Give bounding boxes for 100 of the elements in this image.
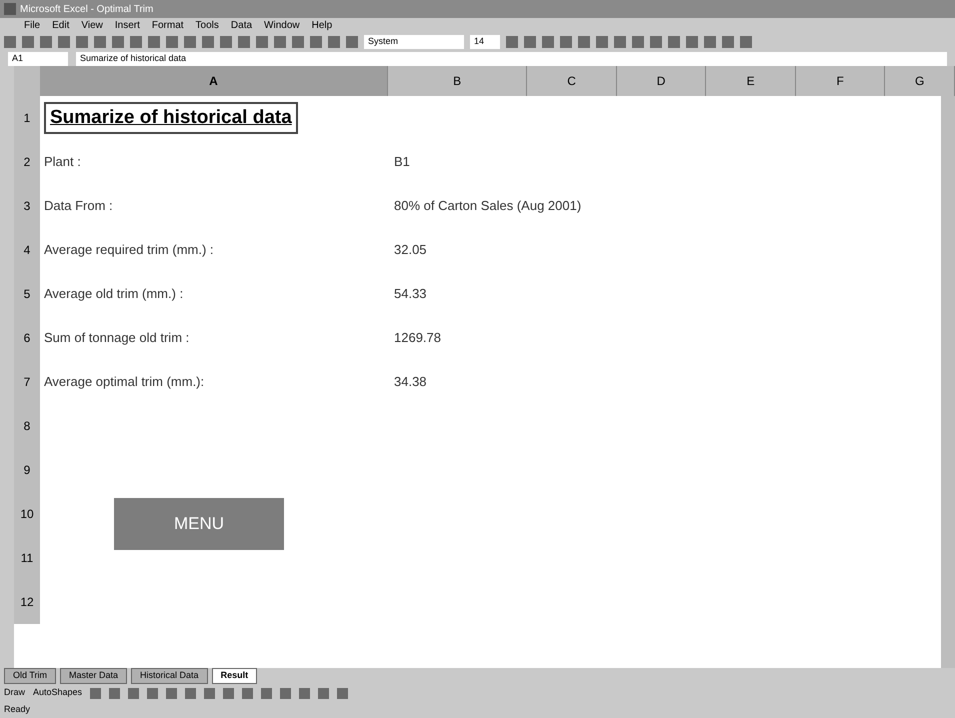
drawing-tool-icon[interactable] [90, 688, 102, 698]
field-label: Sum of tonnage old trim : [44, 329, 190, 348]
menu-button[interactable]: MENU [114, 498, 284, 550]
row-header[interactable]: 12 [14, 580, 40, 624]
sheet-title: Sumarize of historical data [44, 102, 298, 134]
row-header[interactable]: 4 [14, 228, 40, 272]
drawing-tool-icon[interactable] [337, 688, 348, 698]
draw-menu[interactable]: Draw [4, 686, 26, 700]
toolbar-icon[interactable] [560, 36, 572, 48]
toolbar-icon[interactable] [202, 36, 214, 48]
column-header[interactable]: B [388, 66, 528, 96]
drawing-tool-icon[interactable] [166, 688, 178, 698]
menu-item[interactable]: Insert [114, 18, 140, 32]
toolbar-icon[interactable] [722, 36, 734, 48]
row-header[interactable]: 3 [14, 184, 40, 228]
toolbar-icon[interactable] [346, 36, 358, 48]
toolbar-icon[interactable] [166, 36, 178, 48]
toolbar-icon[interactable] [94, 36, 106, 48]
column-header[interactable]: E [706, 66, 796, 96]
column-header[interactable]: F [796, 66, 886, 96]
font-size-field[interactable]: 14 [470, 35, 500, 49]
drawing-tool-icon[interactable] [109, 688, 120, 698]
row-header[interactable]: 8 [14, 404, 40, 448]
toolbar-icon[interactable] [112, 36, 124, 48]
drawing-tool-icon[interactable] [223, 688, 234, 698]
menu-item[interactable]: Tools [196, 18, 219, 32]
toolbar-icon[interactable] [632, 36, 644, 48]
toolbar-icon[interactable] [274, 36, 286, 48]
toolbar-icon[interactable] [310, 36, 322, 48]
sheet-tab[interactable]: Master Data [60, 668, 128, 684]
toolbar-icon[interactable] [256, 36, 268, 48]
app-icon [4, 3, 16, 15]
toolbar-icon[interactable] [238, 36, 250, 48]
menu-item[interactable]: File [24, 18, 40, 32]
toolbar-icon[interactable] [542, 36, 554, 48]
drawing-tool-icon[interactable] [128, 688, 140, 698]
field-value: 34.38 [393, 373, 428, 392]
toolbar-icon[interactable] [668, 36, 680, 48]
row-header[interactable]: 7 [14, 360, 40, 404]
toolbar-icon[interactable] [76, 36, 88, 48]
drawing-tool-icon[interactable] [185, 688, 196, 698]
autoshapes-menu[interactable]: AutoShapes [33, 686, 82, 700]
toolbar-icon[interactable] [328, 36, 340, 48]
row-header[interactable]: 11 [14, 536, 40, 580]
row-header[interactable]: 5 [14, 272, 40, 316]
field-value: 32.05 [393, 241, 428, 260]
menu-item[interactable]: Help [312, 18, 332, 32]
toolbar-icon[interactable] [704, 36, 716, 48]
toolbar-icon[interactable] [292, 36, 304, 48]
toolbar-icon[interactable] [740, 36, 752, 48]
drawing-tool-icon[interactable] [242, 688, 254, 698]
toolbar-icon[interactable] [184, 36, 196, 48]
drawing-tool-icon[interactable] [147, 688, 158, 698]
toolbar-icon[interactable] [650, 36, 662, 48]
toolbar-icon[interactable] [596, 36, 608, 48]
toolbar-icon[interactable] [220, 36, 232, 48]
sheet-tab[interactable]: Result [212, 668, 258, 684]
toolbar-icon[interactable] [58, 36, 70, 48]
row-header[interactable]: 10 [14, 492, 40, 536]
field-label: Average old trim (mm.) : [44, 285, 184, 304]
toolbar-icon[interactable] [686, 36, 698, 48]
field-value: B1 [393, 153, 411, 172]
name-box[interactable]: A1 [8, 52, 68, 66]
formula-field[interactable]: Sumarize of historical data [76, 52, 947, 66]
menu-item[interactable]: Window [264, 18, 300, 32]
sheet-tab[interactable]: Old Trim [4, 668, 56, 684]
row-header[interactable]: 2 [14, 140, 40, 184]
toolbar-icon[interactable] [40, 36, 52, 48]
toolbar-icon[interactable] [578, 36, 590, 48]
column-header[interactable]: D [616, 66, 706, 96]
toolbar-icon[interactable] [614, 36, 626, 48]
row-header[interactable]: 1 [14, 96, 40, 140]
toolbar-icon[interactable] [524, 36, 536, 48]
row-header[interactable]: 6 [14, 316, 40, 360]
field-label: Average optimal trim (mm.): [44, 373, 204, 392]
vertical-scrollbar[interactable] [941, 96, 955, 668]
menu-item[interactable]: View [81, 18, 103, 32]
drawing-tool-icon[interactable] [299, 688, 310, 698]
menu-item[interactable]: Edit [52, 18, 70, 32]
menu-item[interactable]: Data [230, 18, 252, 32]
menu-item[interactable]: Format [152, 18, 184, 32]
font-field[interactable]: System [364, 35, 464, 49]
row-header[interactable]: 9 [14, 448, 40, 492]
toolbar-icon[interactable] [148, 36, 160, 48]
field-label: Average required trim (mm.) : [44, 241, 214, 260]
toolbar-icon[interactable] [506, 36, 518, 48]
window-title: Microsoft Excel - Optimal Trim [20, 2, 154, 16]
column-header[interactable]: C [527, 66, 617, 96]
column-header[interactable]: A [40, 66, 388, 96]
toolbar-icon[interactable] [130, 36, 142, 48]
drawing-tool-icon[interactable] [280, 688, 292, 698]
toolbar-icon[interactable] [4, 36, 16, 48]
toolbar-icon[interactable] [22, 36, 34, 48]
field-value: 54.33 [393, 285, 428, 304]
drawing-tool-icon[interactable] [261, 688, 272, 698]
status-text: Ready [4, 703, 30, 716]
drawing-tool-icon[interactable] [204, 688, 216, 698]
field-value: 1269.78 [393, 329, 442, 348]
sheet-tab[interactable]: Historical Data [131, 668, 208, 684]
drawing-tool-icon[interactable] [318, 688, 330, 698]
